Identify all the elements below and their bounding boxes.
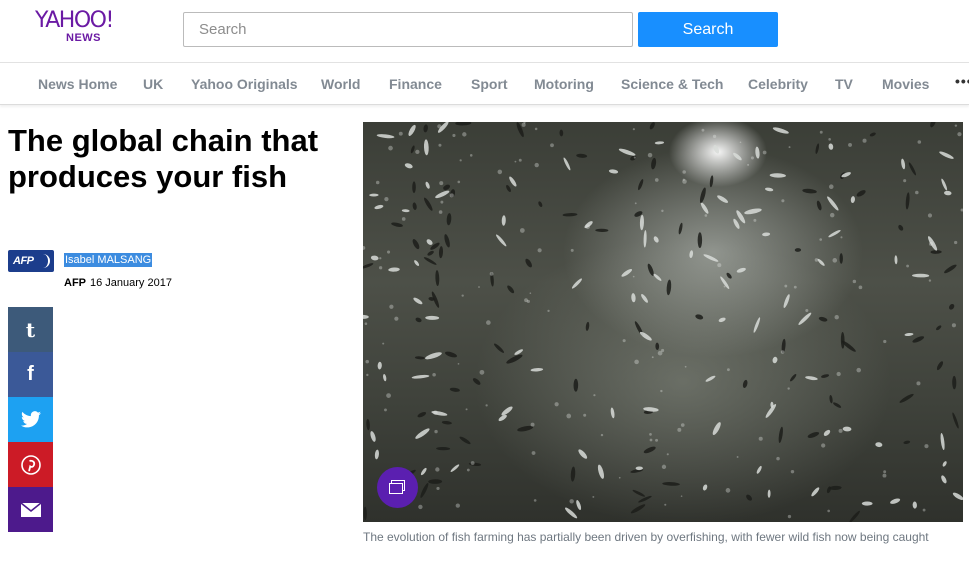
afp-logo-mark	[38, 254, 50, 268]
yahoo-news-logo[interactable]: YAHOO! NEWS	[35, 10, 135, 50]
nav-item-finance[interactable]: Finance	[389, 76, 442, 92]
search-button[interactable]: Search	[638, 12, 778, 47]
nav-item-motoring[interactable]: Motoring	[534, 76, 594, 92]
pinterest-icon	[20, 454, 41, 475]
share-mail-button[interactable]	[8, 487, 53, 532]
nav-item-movies[interactable]: Movies	[882, 76, 929, 92]
nav-item-celebrity[interactable]: Celebrity	[748, 76, 808, 92]
site-header: YAHOO! NEWS Search	[0, 0, 969, 62]
facebook-icon: f	[27, 363, 34, 385]
gallery-icon-front	[389, 483, 403, 494]
mail-icon	[20, 502, 41, 517]
logo-wordmark: YAHOO!	[35, 8, 114, 33]
article-title: The global chain that produces your fish	[8, 123, 319, 194]
source-name: AFP	[64, 277, 86, 289]
gallery-button[interactable]	[377, 467, 418, 508]
nav-item-yahoo-originals[interactable]: Yahoo Originals	[191, 76, 298, 92]
fish-swarm-graphic	[363, 122, 963, 522]
share-twitter-button[interactable]	[8, 397, 53, 442]
photo-caption: The evolution of fish farming has partia…	[363, 530, 929, 544]
search-input[interactable]	[183, 12, 633, 47]
byline: AFP 16 January 2017	[64, 277, 172, 289]
nav-item-uk[interactable]: UK	[143, 76, 163, 92]
afp-logo[interactable]: AFP	[8, 250, 54, 272]
nav-item-tv[interactable]: TV	[835, 76, 853, 92]
tumblr-icon: t	[25, 317, 36, 342]
publish-date: 16 January 2017	[90, 277, 172, 289]
article-photo[interactable]	[363, 122, 963, 522]
logo-subtitle: NEWS	[66, 32, 101, 44]
share-tumblr-button[interactable]: t	[8, 307, 53, 352]
more-menu-icon[interactable]: •••	[955, 73, 969, 89]
nav-item-science-tech[interactable]: Science & Tech	[621, 76, 723, 92]
nav-item-sport[interactable]: Sport	[471, 76, 508, 92]
twitter-icon	[20, 411, 41, 428]
share-pinterest-button[interactable]	[8, 442, 53, 487]
main-nav: News Home UK Yahoo Originals World Finan…	[0, 62, 969, 105]
author-name[interactable]: Isabel MALSANG	[64, 253, 153, 267]
nav-item-world[interactable]: World	[321, 76, 360, 92]
share-facebook-button[interactable]: f	[8, 352, 53, 397]
afp-logo-text: AFP	[13, 255, 34, 267]
nav-item-news-home[interactable]: News Home	[38, 76, 117, 92]
